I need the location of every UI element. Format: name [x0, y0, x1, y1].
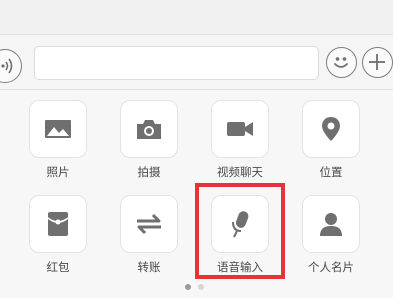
- video-chat-tile[interactable]: 视频聊天: [211, 100, 269, 179]
- photo-label: 照片: [46, 165, 70, 179]
- voice-button[interactable]: [0, 49, 22, 83]
- page-dot-active[interactable]: [185, 284, 191, 290]
- highlight-box: [195, 183, 285, 279]
- contact-card-label: 个人名片: [308, 260, 354, 274]
- red-packet-tile[interactable]: 红包: [29, 195, 87, 274]
- red-packet-tile-button[interactable]: [29, 195, 87, 253]
- camera-label: 拍摄: [137, 165, 161, 179]
- camera-tile-button[interactable]: [120, 100, 178, 158]
- page-dot[interactable]: [198, 284, 204, 290]
- location-tile[interactable]: 位置: [302, 100, 360, 179]
- video-chat-label: 视频聊天: [217, 165, 263, 179]
- message-input[interactable]: [34, 46, 319, 80]
- chat-input-bar: [0, 34, 393, 90]
- more-button[interactable]: [362, 47, 393, 78]
- contact-card-tile[interactable]: 个人名片: [302, 195, 360, 274]
- location-tile-button[interactable]: [302, 100, 360, 158]
- chat-area: [0, 0, 393, 34]
- transfer-label: 转账: [137, 260, 161, 274]
- transfer-tile-button[interactable]: [120, 195, 178, 253]
- photo-tile-button[interactable]: [29, 100, 87, 158]
- location-label: 位置: [319, 165, 343, 179]
- page-indicator: [0, 284, 393, 292]
- camera-tile[interactable]: 拍摄: [120, 100, 178, 179]
- red-packet-label: 红包: [46, 260, 70, 274]
- transfer-tile[interactable]: 转账: [120, 195, 178, 274]
- video-chat-tile-button[interactable]: [211, 100, 269, 158]
- emoji-button[interactable]: [326, 47, 357, 78]
- contact-card-tile-button[interactable]: [302, 195, 360, 253]
- photo-tile[interactable]: 照片: [29, 100, 87, 179]
